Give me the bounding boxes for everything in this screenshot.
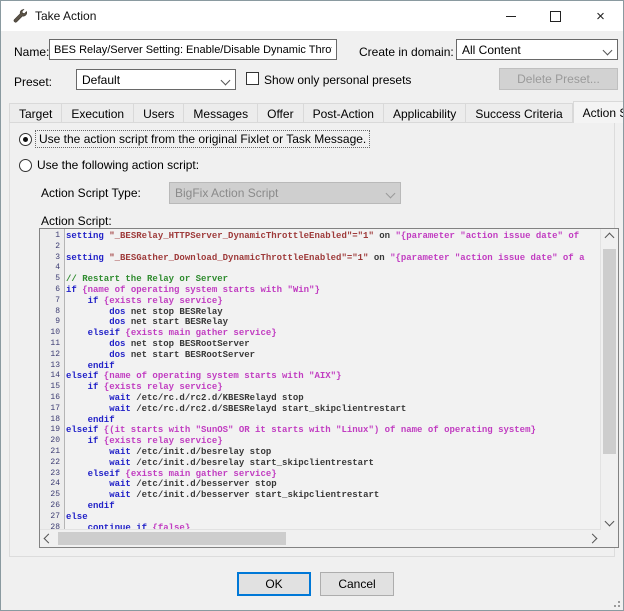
maximize-icon	[550, 10, 561, 22]
take-action-wrench-icon	[12, 8, 28, 24]
horizontal-scrollbar-thumb[interactable]	[58, 532, 286, 545]
tab-execution[interactable]: Execution	[62, 103, 135, 123]
code-line: 8 dos net stop BESRelay	[55, 306, 223, 317]
preset-label: Preset:	[14, 75, 53, 89]
show-personal-presets-label: Show only personal presets	[264, 73, 412, 87]
code-line: 25 wait /etc/init.d/besserver start_skip…	[50, 490, 380, 501]
code-line: 14 elseif {name of operating system start…	[50, 371, 342, 382]
code-line: 5// Restart the Relay or Server	[55, 274, 229, 285]
tab-post-action[interactable]: Post-Action	[303, 103, 384, 123]
delete-preset-button[interactable]: Delete Preset...	[499, 68, 618, 90]
delete-preset-label: Delete Preset...	[517, 72, 600, 86]
horizontal-scrollbar[interactable]	[40, 529, 601, 547]
chevron-right-icon	[587, 533, 598, 544]
code-line: 1 setting "_BESRelay_HTTPServer_DynamicTh…	[55, 231, 585, 241]
use-original-script-label: Use the action script from the original …	[35, 130, 371, 148]
ok-button[interactable]: OK	[237, 572, 311, 596]
code-line: 10 elseif {exists main gather service}	[50, 328, 277, 339]
code-line: 6 if {name of operating system starts wit…	[55, 284, 320, 295]
tab-messages[interactable]: Messages	[184, 103, 259, 123]
create-in-domain-label: Create in domain:	[359, 45, 454, 59]
code-line: 12 dos net start BESRootServer	[50, 349, 256, 360]
scrollbar-corner	[601, 530, 618, 547]
minimize-button[interactable]	[488, 1, 533, 31]
code-lines[interactable]: 1 setting "_BESRelay_HTTPServer_DynamicTh…	[40, 231, 601, 530]
code-line: 24 wait /etc/init.d/besserver stop	[50, 479, 277, 490]
use-following-script-radio[interactable]	[19, 159, 32, 172]
name-input[interactable]	[49, 39, 337, 60]
code-line: 16 wait /etc/rc.d/rc2.d/KBESRelayd stop	[50, 392, 304, 403]
chevron-left-icon	[43, 533, 54, 544]
code-line: 19 elseif {(it starts with "SunOS" OR it …	[50, 425, 536, 436]
preset-select[interactable]: Default	[76, 69, 236, 90]
chevron-down-icon	[604, 516, 615, 527]
name-label: Name:	[14, 45, 50, 59]
cancel-label: Cancel	[338, 577, 376, 591]
chevron-up-icon	[604, 232, 615, 243]
action-script-editor[interactable]: 1 setting "_BESRelay_HTTPServer_DynamicTh…	[39, 228, 619, 548]
code-line: 11 dos net stop BESRootServer	[50, 338, 250, 349]
ok-label: OK	[265, 577, 283, 591]
action-script-type-select[interactable]: BigFix Action Script	[169, 182, 401, 204]
cancel-button[interactable]: Cancel	[320, 572, 394, 596]
scroll-right-button[interactable]	[584, 530, 601, 547]
domain-value: All Content	[462, 42, 521, 57]
code-line: 22 wait /etc/init.d/besrelay start_skipc…	[50, 457, 374, 468]
close-button[interactable]: ×	[578, 1, 623, 31]
close-icon: ×	[596, 7, 605, 25]
tab-users[interactable]: Users	[134, 103, 185, 123]
code-line: 23 elseif {exists main gather service}	[50, 468, 277, 479]
code-line: 4	[55, 263, 60, 273]
scroll-left-button[interactable]	[40, 530, 57, 547]
action-script-label: Action Script:	[41, 214, 112, 228]
use-following-script-label: Use the following action script:	[37, 158, 200, 172]
code-line: 27 else	[50, 511, 88, 522]
vertical-scrollbar[interactable]	[600, 229, 618, 530]
code-line: 2	[55, 241, 60, 251]
action-script-type-label: Action Script Type:	[41, 186, 141, 200]
code-line: 17 wait /etc/rc.d/rc2.d/SBESRelayd start…	[50, 403, 407, 414]
code-line: 15 if {exists relay service}	[50, 382, 223, 393]
tab-action-script[interactable]: Action Script	[572, 101, 623, 123]
code-line: 7 if {exists relay service}	[55, 295, 223, 306]
tab-target[interactable]: Target	[9, 103, 63, 123]
code-line: 21 wait /etc/init.d/besrelay stop	[50, 446, 272, 457]
code-line: 20 if {exists relay service}	[50, 436, 223, 447]
action-script-type-value: BigFix Action Script	[175, 186, 279, 200]
take-action-dialog: Take Action × Name: Create in domain: Al…	[0, 0, 624, 611]
code-line: 3 setting "_BESGather_Download_DynamicThr…	[55, 252, 585, 263]
code-line: 9 dos net start BESRelay	[55, 317, 229, 328]
code-line: 18 endif	[50, 414, 115, 425]
use-original-script-radio[interactable]	[19, 133, 32, 146]
preset-value: Default	[82, 72, 121, 87]
code-line: 13 endif	[50, 360, 115, 371]
maximize-button[interactable]	[533, 1, 578, 31]
minimize-icon	[505, 15, 516, 17]
tab-offer[interactable]: Offer	[258, 103, 304, 123]
scroll-down-button[interactable]	[601, 513, 618, 530]
chevron-down-icon	[385, 188, 396, 199]
tab-success-criteria[interactable]: Success Criteria	[466, 103, 573, 123]
scroll-up-button[interactable]	[601, 229, 618, 246]
tab-applicability[interactable]: Applicability	[383, 103, 467, 123]
show-personal-presets-checkbox[interactable]	[246, 72, 259, 85]
domain-select[interactable]: All Content	[456, 39, 618, 60]
radio-dot	[23, 137, 28, 142]
title-bar: Take Action ×	[1, 1, 623, 31]
window-title: Take Action	[35, 9, 97, 23]
vertical-scrollbar-thumb[interactable]	[603, 249, 616, 454]
chevron-down-icon	[602, 45, 613, 56]
resize-grip[interactable]	[611, 598, 620, 607]
tab-bar: Target Execution Users Messages Offer Post-Ac…	[9, 101, 623, 123]
code-line: 26 endif	[50, 500, 115, 511]
use-original-script-text: Use the action script from the original …	[35, 130, 371, 148]
chevron-down-icon	[220, 75, 231, 86]
